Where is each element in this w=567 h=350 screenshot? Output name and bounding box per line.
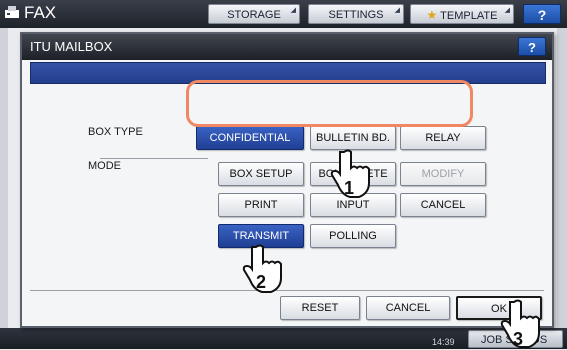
reset-button[interactable]: RESET	[280, 296, 360, 320]
background-panel-left	[0, 28, 8, 328]
template-label: TEMPLATE	[440, 10, 498, 22]
fax-machine-icon	[5, 6, 19, 18]
clock-time: 14:39	[432, 337, 455, 347]
settings-button[interactable]: SETTINGS ◢	[308, 4, 404, 24]
print-button[interactable]: PRINT	[218, 193, 304, 217]
dialog-help-button[interactable]: ?	[518, 37, 546, 56]
dropdown-arrow-icon: ◢	[394, 7, 400, 14]
step-3-callout: 3	[513, 329, 524, 349]
template-button[interactable]: ★ TEMPLATE ◢	[410, 4, 514, 24]
storage-label: STORAGE	[227, 9, 281, 21]
storage-button[interactable]: STORAGE ◢	[208, 4, 300, 24]
box-setup-button[interactable]: BOX SETUP	[218, 162, 304, 186]
relay-button[interactable]: RELAY	[400, 126, 486, 150]
box-type-highlight	[186, 80, 473, 127]
dropdown-arrow-icon: ◢	[290, 7, 296, 14]
box-type-label: BOX TYPE	[88, 126, 143, 138]
confidential-button[interactable]: CONFIDENTIAL	[196, 126, 304, 150]
box-type-divider	[100, 158, 208, 159]
cancel-button[interactable]: CANCEL	[366, 296, 450, 320]
step-1-callout: 1	[344, 178, 355, 198]
mode-label: MODE	[88, 160, 121, 172]
modify-button: MODIFY	[400, 162, 486, 186]
settings-label: SETTINGS	[328, 9, 384, 21]
help-button[interactable]: ?	[523, 4, 561, 24]
star-icon: ★	[426, 8, 438, 22]
dialog-title: ITU MAILBOX	[30, 39, 113, 54]
footer-divider	[30, 290, 544, 291]
itu-mailbox-dialog: ITU MAILBOX ? BOX TYPE MODE CONFIDENTIAL…	[20, 32, 554, 328]
cancel-mode-button[interactable]: CANCEL	[400, 193, 486, 217]
fax-title: FAX	[24, 3, 57, 22]
step-2-callout: 2	[256, 272, 267, 292]
dialog-title-bar: ITU MAILBOX ?	[22, 34, 552, 60]
background-panel-right	[557, 28, 567, 328]
polling-button[interactable]: POLLING	[310, 224, 396, 248]
bulletin-board-button[interactable]: BULLETIN BD.	[310, 126, 396, 150]
dropdown-arrow-icon: ◢	[504, 7, 510, 14]
